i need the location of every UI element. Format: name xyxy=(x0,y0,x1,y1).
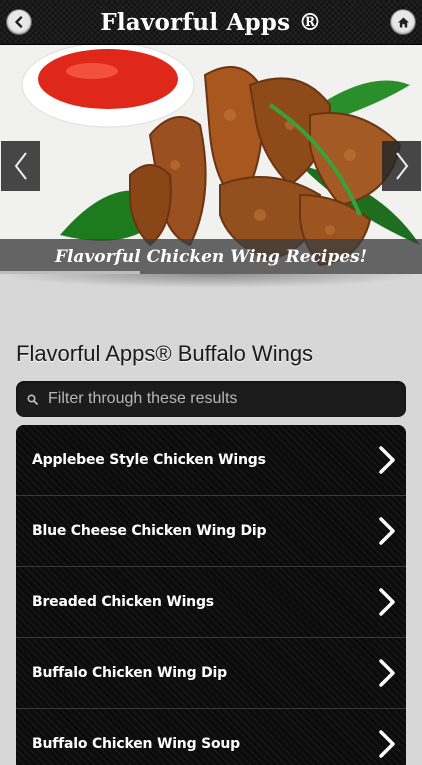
list-item[interactable]: Applebee Style Chicken Wings xyxy=(16,425,406,496)
slider-next-button[interactable] xyxy=(382,141,421,191)
list-item-label: Blue Cheese Chicken Wing Dip xyxy=(32,523,267,539)
image-slider[interactable]: Flavorful Chicken Wing Recipes! xyxy=(0,45,422,274)
back-arrow-icon xyxy=(15,16,23,28)
chevron-right-icon xyxy=(379,517,395,545)
chevron-right-icon xyxy=(379,588,395,616)
home-icon xyxy=(397,17,409,27)
chevron-right-icon xyxy=(379,659,395,687)
search-bar[interactable] xyxy=(16,381,406,417)
chevron-right-icon xyxy=(395,152,408,180)
list-item[interactable]: Blue Cheese Chicken Wing Dip xyxy=(16,496,406,567)
recipe-list: Applebee Style Chicken Wings Blue Cheese… xyxy=(16,425,406,765)
list-item-label: Applebee Style Chicken Wings xyxy=(32,452,266,468)
list-item-label: Breaded Chicken Wings xyxy=(32,594,214,610)
list-item[interactable]: Breaded Chicken Wings xyxy=(16,567,406,638)
chevron-right-icon xyxy=(379,446,395,474)
list-item[interactable]: Buffalo Chicken Wing Dip xyxy=(16,638,406,709)
list-item[interactable]: Buffalo Chicken Wing Soup xyxy=(16,709,406,765)
home-button[interactable] xyxy=(391,10,415,34)
slider-prev-button[interactable] xyxy=(1,141,40,191)
search-icon xyxy=(27,393,38,405)
slider-caption: Flavorful Chicken Wing Recipes! xyxy=(0,239,422,274)
back-button[interactable] xyxy=(7,10,31,34)
chevron-left-icon xyxy=(14,152,27,180)
app-header: Flavorful Apps ® xyxy=(0,0,422,45)
app-title: Flavorful Apps ® xyxy=(100,8,322,36)
search-input[interactable] xyxy=(46,389,406,409)
list-item-label: Buffalo Chicken Wing Dip xyxy=(32,665,227,681)
slider-shadow xyxy=(0,274,422,288)
page-title: Flavorful Apps® Buffalo Wings xyxy=(16,341,314,366)
chevron-right-icon xyxy=(379,730,395,758)
